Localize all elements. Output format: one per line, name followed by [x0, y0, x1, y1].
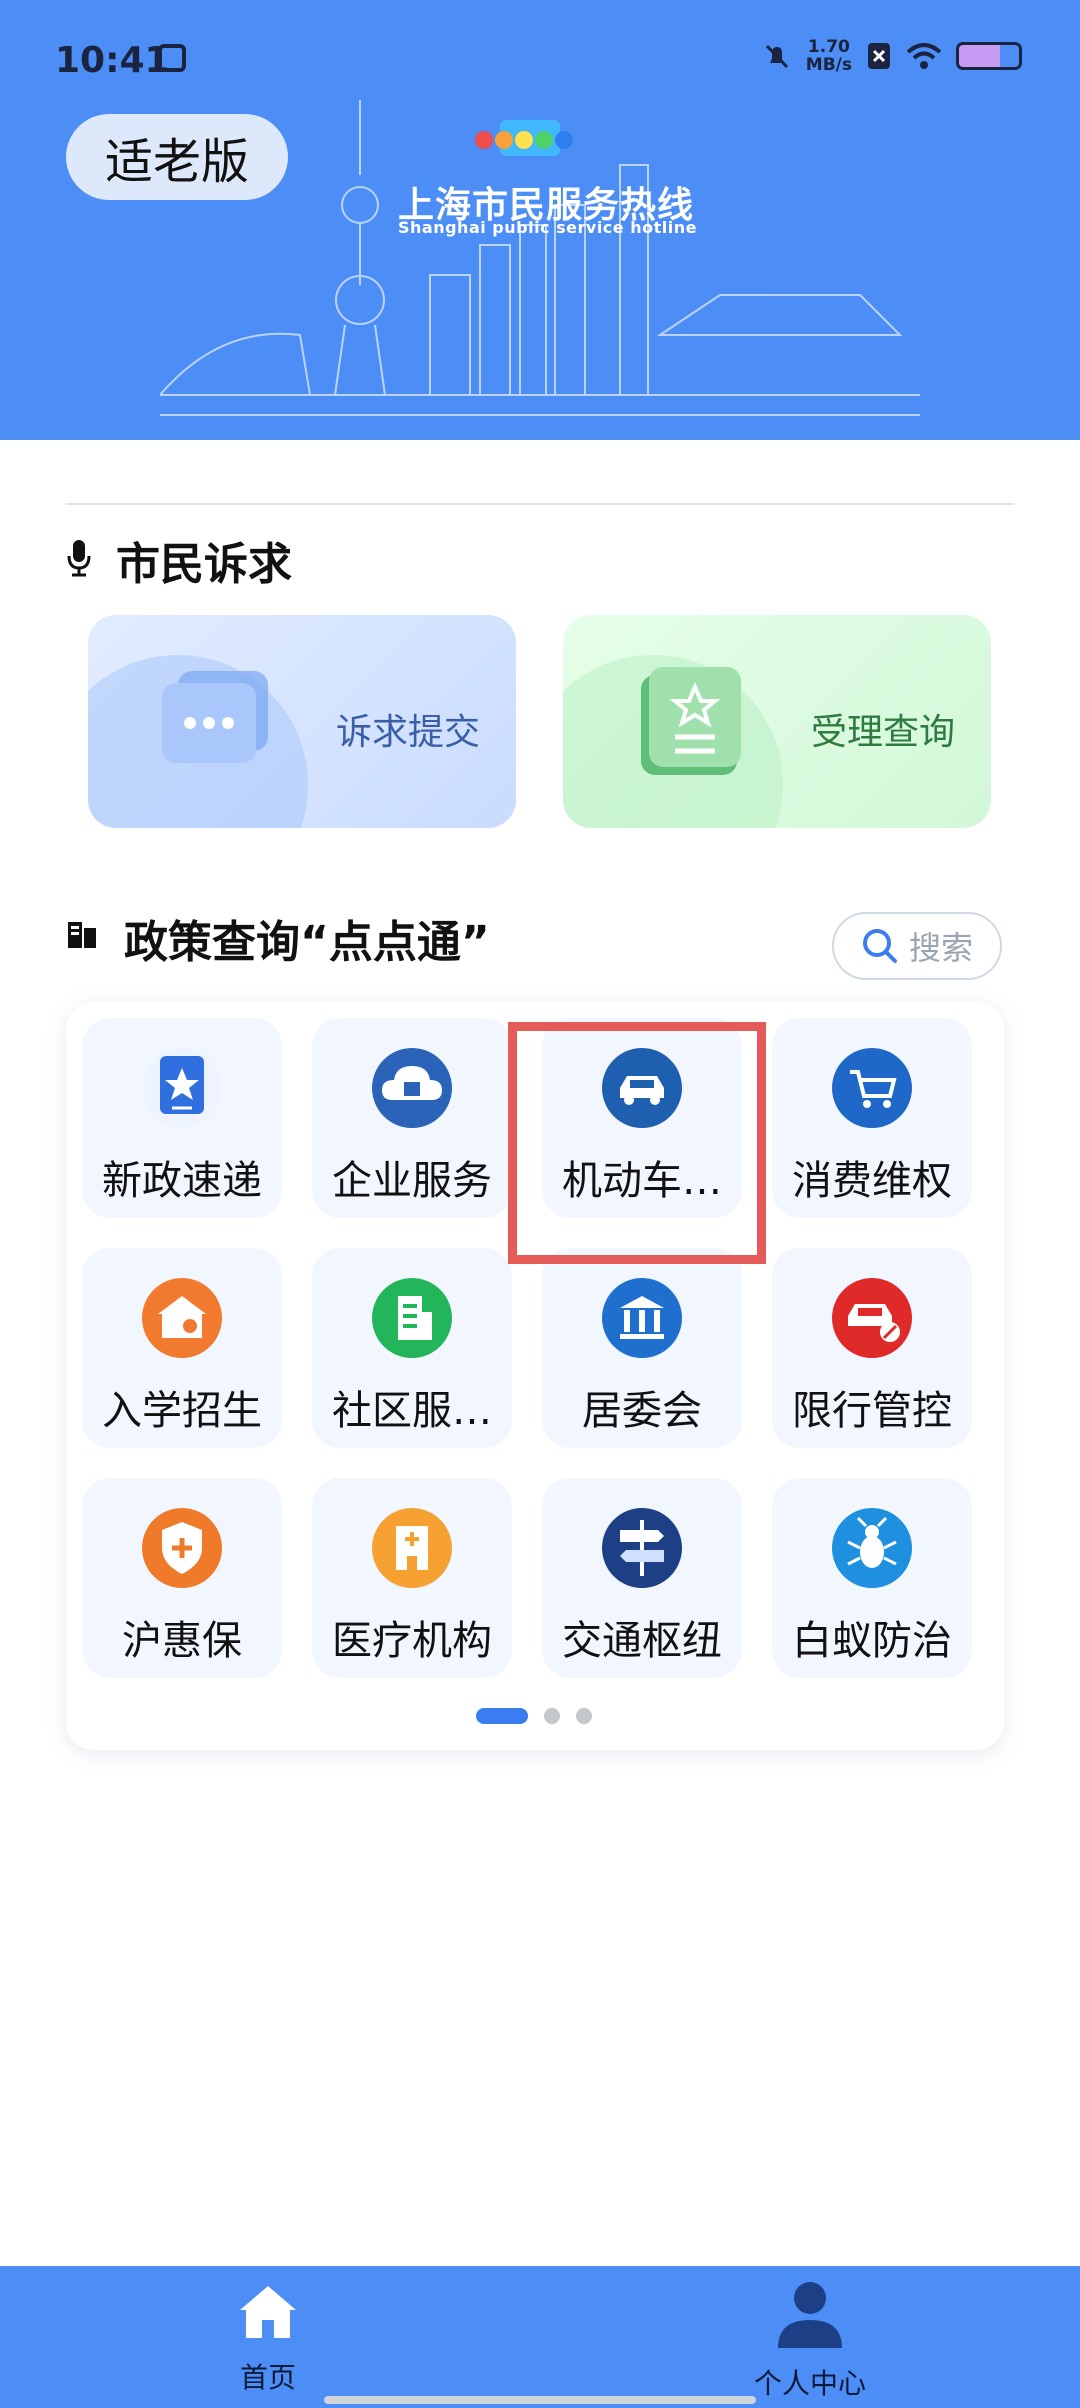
policy-item-school-enroll[interactable]: 入学招生 [82, 1248, 282, 1448]
policy-item-termite-control[interactable]: 白蚁防治 [772, 1478, 972, 1678]
policy-item-label: 新政速递 [102, 1158, 262, 1204]
policy-item-new-policy[interactable]: 新政速递 [82, 1018, 282, 1218]
policy-item-enterprise[interactable]: 企业服务 [312, 1018, 512, 1218]
school-enroll-icon [142, 1278, 222, 1358]
hotline-subtitle: Shanghai public service hotline [398, 218, 697, 237]
mute-bell-icon [765, 44, 788, 69]
status-time: 10:41 [55, 40, 170, 81]
enterprise-cloud-icon [372, 1048, 452, 1128]
search-label: 搜索 [908, 929, 973, 967]
hotline-logo-icon [475, 120, 573, 156]
policy-item-huhuibao[interactable]: 沪惠保 [82, 1478, 282, 1678]
policy-item-label: 白蚁防治 [792, 1618, 952, 1664]
community-building-icon [372, 1278, 452, 1358]
person-icon [778, 2282, 842, 2348]
restricted-car-icon [832, 1278, 912, 1358]
hospital-icon [372, 1508, 452, 1588]
insurance-shield-icon [142, 1508, 222, 1588]
battery-icon [956, 42, 1022, 70]
citizen-section-title: 市民诉求 [116, 539, 292, 590]
microphone-icon [67, 540, 91, 577]
network-speed-value: 1.70 [807, 37, 850, 57]
nav-home-label: 首页 [239, 2361, 296, 2394]
selection-highlight-box [508, 1022, 766, 1264]
chat-bubble-icon [162, 671, 268, 763]
page-dot-active[interactable] [476, 1708, 528, 1724]
wifi-icon [906, 43, 942, 69]
submit-appeal-card[interactable]: 诉求提交 [88, 615, 516, 828]
notification-app-icon [158, 44, 186, 72]
policy-item-label: 居委会 [582, 1388, 702, 1434]
query-status-label: 受理查询 [811, 712, 956, 753]
network-speed: 1.70 MB/s [806, 38, 852, 74]
home-gesture-bar[interactable] [324, 2396, 756, 2404]
policy-section-title: 政策查询“点点通” [124, 917, 490, 968]
neighborhood-committee-icon [602, 1278, 682, 1358]
policy-item-consumer-rights[interactable]: 消费维权 [772, 1018, 972, 1218]
policy-item-label: 限行管控 [792, 1388, 952, 1434]
page-dot[interactable] [576, 1708, 592, 1724]
page-dot[interactable] [544, 1708, 560, 1724]
query-status-card[interactable]: 受理查询 [563, 615, 991, 828]
policy-item-label: 交通枢纽 [562, 1618, 722, 1664]
nav-home[interactable]: 首页 [168, 2266, 368, 2408]
policy-book-icon [68, 922, 96, 948]
policy-item-label: 企业服务 [332, 1158, 492, 1204]
policy-item-transport-hub[interactable]: 交通枢纽 [542, 1478, 742, 1678]
nav-profile[interactable]: 个人中心 [710, 2266, 910, 2408]
app-header: 10:41 1.70 MB/s 适老版 上海市民服务热线 Shanghai pu… [0, 0, 1080, 440]
section-divider [66, 503, 1014, 505]
home-icon [240, 2286, 296, 2338]
policy-item-label: 社区服… [332, 1388, 492, 1434]
transport-hub-icon [602, 1508, 682, 1588]
shopping-cart-icon [832, 1048, 912, 1128]
elder-mode-button[interactable]: 适老版 [66, 114, 288, 200]
network-speed-unit: MB/s [805, 55, 852, 75]
policy-item-community-service[interactable]: 社区服… [312, 1248, 512, 1448]
policy-item-neighborhood-committee[interactable]: 居委会 [542, 1248, 742, 1448]
policy-item-label: 医疗机构 [332, 1618, 492, 1664]
policy-item-traffic-restriction[interactable]: 限行管控 [772, 1248, 972, 1448]
sim-off-icon [868, 43, 890, 69]
search-icon [862, 929, 897, 963]
policy-item-label: 入学招生 [102, 1388, 262, 1434]
policy-item-label: 消费维权 [792, 1158, 952, 1204]
bottom-navigation: 首页 个人中心 [0, 2266, 1080, 2408]
policy-item-medical-institution[interactable]: 医疗机构 [312, 1478, 512, 1678]
termite-control-icon [832, 1508, 912, 1588]
new-policy-icon [142, 1048, 222, 1128]
policy-item-label: 沪惠保 [122, 1618, 242, 1664]
search-button[interactable]: 搜索 [832, 912, 1002, 980]
status-bar: 10:41 1.70 MB/s [0, 0, 1080, 120]
status-right-group: 1.70 MB/s [762, 38, 1022, 74]
submit-appeal-label: 诉求提交 [336, 712, 481, 753]
star-document-icon [641, 667, 741, 775]
